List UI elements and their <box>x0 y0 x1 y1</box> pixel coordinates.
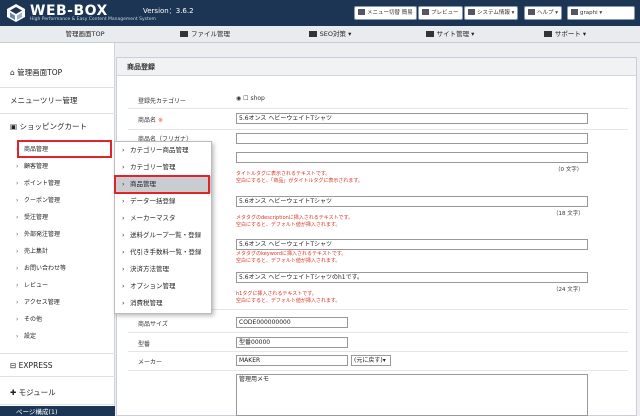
highlight-box <box>114 175 210 194</box>
sidebar-item-customer[interactable]: 顧客管理 <box>0 158 115 175</box>
menu-icon <box>358 9 365 15</box>
submenu-category[interactable]: カテゴリー管理 <box>115 159 211 176</box>
sidebar-item-coupon[interactable]: クーポン管理 <box>0 192 115 209</box>
flag-icon <box>425 31 434 37</box>
express-icon: ⊟ <box>10 361 19 370</box>
description-char-count: （18 文字） <box>553 211 584 217</box>
page-title: 商品登録 <box>117 58 636 76</box>
chevron-down-icon: ▾ <box>346 30 352 38</box>
title-hint: タイトルタグに表示されるテキストです。 空白にすると、「商品」がタイトルタグに表示… <box>236 171 363 184</box>
submenu-tax[interactable]: 消費税管理 <box>115 295 211 312</box>
submenu-payment[interactable]: 決済方法管理 <box>115 261 211 278</box>
system-info-button[interactable]: システム情報 ▾ <box>464 6 519 20</box>
chart-icon <box>308 31 317 37</box>
sidebar-item-point[interactable]: ポイント管理 <box>0 175 115 192</box>
logo-icon <box>7 4 25 22</box>
nav-site-manage[interactable]: サイト管理 ▾ <box>390 26 510 43</box>
model-label: 型番 <box>138 341 151 348</box>
submenu-shipping-group[interactable]: 送料グループ一覧・登録 <box>115 227 211 244</box>
kana-input[interactable] <box>236 133 588 144</box>
maker-select[interactable]: (元に戻す)▾ <box>351 355 391 366</box>
title-tag-input[interactable] <box>236 152 588 163</box>
row-divider <box>128 370 628 371</box>
help-button[interactable]: ヘルプ ▾ <box>524 6 563 20</box>
chevron-down-icon: ▾ <box>597 10 603 16</box>
nav-support[interactable]: サポート ▾ <box>515 26 615 43</box>
gear-icon <box>468 9 475 15</box>
chevron-down-icon: ▾ <box>469 30 475 38</box>
maker-label: メーカー <box>138 359 163 366</box>
submenu-option[interactable]: オプション管理 <box>115 278 211 295</box>
model-input[interactable]: 型番00000 <box>236 337 348 348</box>
keyword-input[interactable]: 5.6オンス ヘビーウェイトTシャツ <box>236 239 588 250</box>
sidebar-admin-top[interactable]: ⌂ 管理画面TOP <box>0 58 115 88</box>
category-label: 登録先カテゴリー <box>138 98 187 105</box>
support-icon <box>543 31 552 37</box>
image-icon <box>180 31 188 37</box>
nav-seo[interactable]: SEO対策 ▾ <box>275 26 385 43</box>
sidebar: ⌂ 管理画面TOP メニューツリー管理 ▣ ショッピングカート 商品管理 顧客管… <box>0 43 115 416</box>
chevron-down-icon: ▾ <box>382 357 386 364</box>
highlight-box <box>17 140 112 158</box>
description-hint: メタタグのdescriptionに挿入されるテキストです。 空白にすると、デフォル… <box>236 215 354 228</box>
row-divider <box>128 332 628 333</box>
chevron-down-icon: ▾ <box>553 10 559 16</box>
title-char-count: （0 文字） <box>555 167 583 173</box>
help-icon <box>528 9 535 15</box>
size-label: 商品サイズ <box>138 321 168 328</box>
version-label: Version：3.6.2 <box>143 7 194 15</box>
sidebar-page-config[interactable]: ページ構成(1) <box>0 406 115 416</box>
product-name-input[interactable]: 5.6オンス ヘビーウェイトTシャツ <box>236 113 588 124</box>
sidebar-express[interactable]: ⊟ EXPRESS <box>0 353 115 377</box>
submenu-category-product[interactable]: カテゴリー商品管理 <box>115 142 211 159</box>
logo-subtitle: High Performance & Easy Content Manageme… <box>30 17 156 22</box>
monitor-icon <box>422 9 429 15</box>
memo-textarea[interactable]: 管理用メモ <box>236 374 588 416</box>
user-icon <box>571 9 578 15</box>
row-divider <box>128 129 628 130</box>
sidebar-item-review[interactable]: レビュー <box>0 277 115 294</box>
nav-file-manage[interactable]: ファイル管理 <box>150 26 260 43</box>
sidebar-item-inquiry[interactable]: お問い合わせ等 <box>0 260 115 277</box>
maker-input[interactable]: MAKER <box>236 355 348 366</box>
description-input[interactable]: 5.6オンス ヘビーウェイトTシャツ <box>236 196 588 207</box>
user-button[interactable]: graphi ▾ <box>567 6 635 20</box>
sidebar-item-sales[interactable]: 売上集計 <box>0 243 115 260</box>
sidebar-item-order[interactable]: 受注管理 <box>0 209 115 226</box>
module-icon: ✚ <box>10 388 19 397</box>
main-nav: 管理画面TOP ファイル管理 SEO対策 ▾ サイト管理 ▾ サポート ▾ <box>0 26 640 43</box>
chevron-down-icon: ▾ <box>509 10 515 16</box>
h1-char-count: （24 文字） <box>553 287 584 293</box>
sidebar-item-other[interactable]: その他 <box>0 311 115 328</box>
size-input[interactable]: CODE000000000 <box>236 317 348 328</box>
row-divider <box>128 351 628 352</box>
h1-hint: h1タグに挿入されるテキストです。 空白にすると、デフォルト値が挿入されます。 <box>236 291 341 304</box>
sidebar-menutree[interactable]: メニューツリー管理 <box>0 88 115 114</box>
chevron-down-icon: ▾ <box>580 30 587 38</box>
category-value[interactable]: ◉ ☐ shop <box>236 95 265 102</box>
name-label: 商品名 ※ <box>138 117 163 124</box>
sidebar-module[interactable]: ✚ モジュール <box>0 381 115 405</box>
nav-admin-top[interactable]: 管理画面TOP <box>40 26 130 43</box>
sidebar-item-settings[interactable]: 設定 <box>0 328 115 345</box>
top-bar: WEB-BOX High Performance & Easy Content … <box>0 0 640 26</box>
radio-icon: ◉ ☐ <box>236 95 251 102</box>
row-divider <box>128 108 628 109</box>
sidebar-item-access[interactable]: アクセス管理 <box>0 294 115 311</box>
menu-switch-button[interactable]: メニュー切替 簡易 <box>354 6 417 20</box>
keyword-hint: メタタグのkeywordに挿入されるテキストです。 空白にすると、デフォルト値が挿… <box>236 251 347 264</box>
preview-button[interactable]: プレビュー <box>418 6 463 20</box>
sidebar-shopping[interactable]: ▣ ショッピングカート <box>0 114 115 139</box>
product-submenu: カテゴリー商品管理 カテゴリー管理 商品管理 データ一括登録 メーカーマスタ 送… <box>114 141 212 314</box>
submenu-cod-fee[interactable]: 代引き手数料一覧・登録 <box>115 244 211 261</box>
h1-input[interactable]: 5.6オンス ヘビーウェイトTシャツのh1です。 <box>236 272 588 283</box>
sidebar-item-external-order[interactable]: 外部発注管理 <box>0 226 115 243</box>
submenu-bulk-import[interactable]: データ一括登録 <box>115 193 211 210</box>
submenu-maker-master[interactable]: メーカーマスタ <box>115 210 211 227</box>
